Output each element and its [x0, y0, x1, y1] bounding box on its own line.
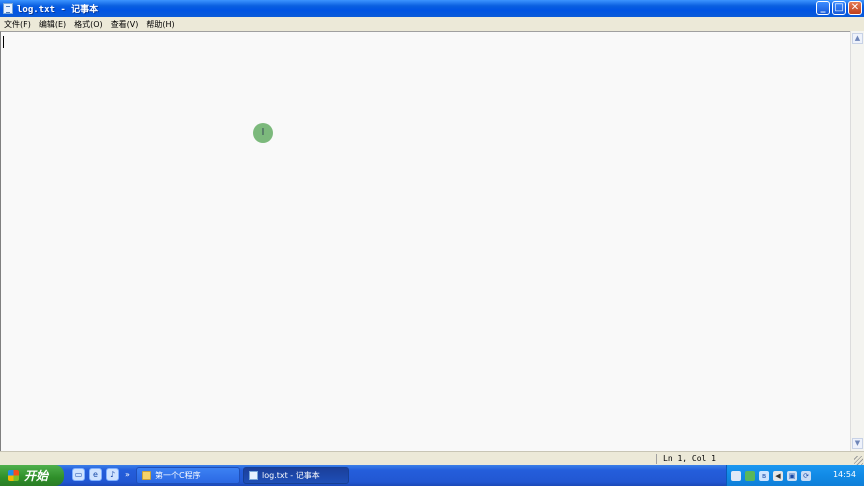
notepad-icon — [249, 471, 258, 480]
scroll-up-icon[interactable]: ▲ — [852, 33, 863, 44]
menu-bar: 文件(F) 编辑(E) 格式(O) 查看(V) 帮助(H) — [0, 17, 864, 31]
window-title: log.txt - 记事本 — [17, 5, 99, 15]
windows-logo-icon — [8, 470, 19, 481]
taskbar-item-notepad[interactable]: log.txt - 记事本 — [243, 467, 349, 484]
bluetooth-icon[interactable]: ʙ — [759, 470, 769, 481]
taskbar-item-label: 第一个C程序 — [155, 471, 201, 480]
status-divider — [656, 454, 657, 464]
taskbar-item-folder[interactable]: 第一个C程序 — [136, 467, 240, 484]
start-label: 开始 — [24, 469, 49, 483]
show-desktop-icon[interactable]: ▭ — [72, 468, 85, 481]
volume-icon[interactable]: ◀ — [773, 470, 783, 481]
scroll-down-icon[interactable]: ▼ — [852, 438, 863, 449]
start-button[interactable]: 开始 — [0, 465, 64, 486]
notepad-icon[interactable] — [3, 3, 13, 14]
quick-launch: ▭ e ♪ » — [72, 468, 130, 481]
quick-launch-more-icon[interactable]: » — [125, 468, 130, 481]
sync-icon[interactable]: ⟳ — [801, 470, 811, 481]
vertical-scrollbar[interactable]: ▲ ▼ — [850, 31, 864, 451]
window-controls: _ □ ✕ — [816, 1, 862, 15]
mouse-cursor-icon: I — [253, 123, 273, 143]
menu-help[interactable]: 帮助(H) — [142, 19, 178, 30]
maximize-button[interactable]: □ — [832, 1, 846, 15]
menu-format[interactable]: 格式(O) — [70, 19, 107, 30]
folder-icon — [142, 471, 151, 480]
close-button[interactable]: ✕ — [848, 1, 862, 15]
battery-icon[interactable] — [745, 470, 755, 481]
taskbar: 开始 ▭ e ♪ » 第一个C程序 log.txt - 记事本 ʙ ◀ ▣ ⟳ … — [0, 465, 864, 486]
resize-grip-icon[interactable] — [854, 456, 863, 465]
browser-icon[interactable]: e — [89, 468, 102, 481]
menu-edit[interactable]: 编辑(E) — [35, 19, 70, 30]
network-icon[interactable]: ▣ — [787, 470, 797, 481]
clock[interactable]: 14:54 — [833, 470, 856, 479]
status-bar: Ln 1, Col 1 — [0, 451, 864, 466]
text-editor[interactable] — [0, 31, 851, 452]
text-caret — [3, 36, 4, 48]
keyboard-icon[interactable] — [731, 470, 741, 481]
media-player-icon[interactable]: ♪ — [106, 468, 119, 481]
cursor-position: Ln 1, Col 1 — [663, 454, 716, 463]
title-bar[interactable]: log.txt - 记事本 _ □ ✕ — [0, 0, 864, 17]
menu-view[interactable]: 查看(V) — [107, 19, 143, 30]
system-tray: ʙ ◀ ▣ ⟳ 14:54 — [726, 465, 864, 486]
minimize-button[interactable]: _ — [816, 1, 830, 15]
menu-file[interactable]: 文件(F) — [0, 19, 35, 30]
taskbar-item-label: log.txt - 记事本 — [262, 471, 320, 480]
